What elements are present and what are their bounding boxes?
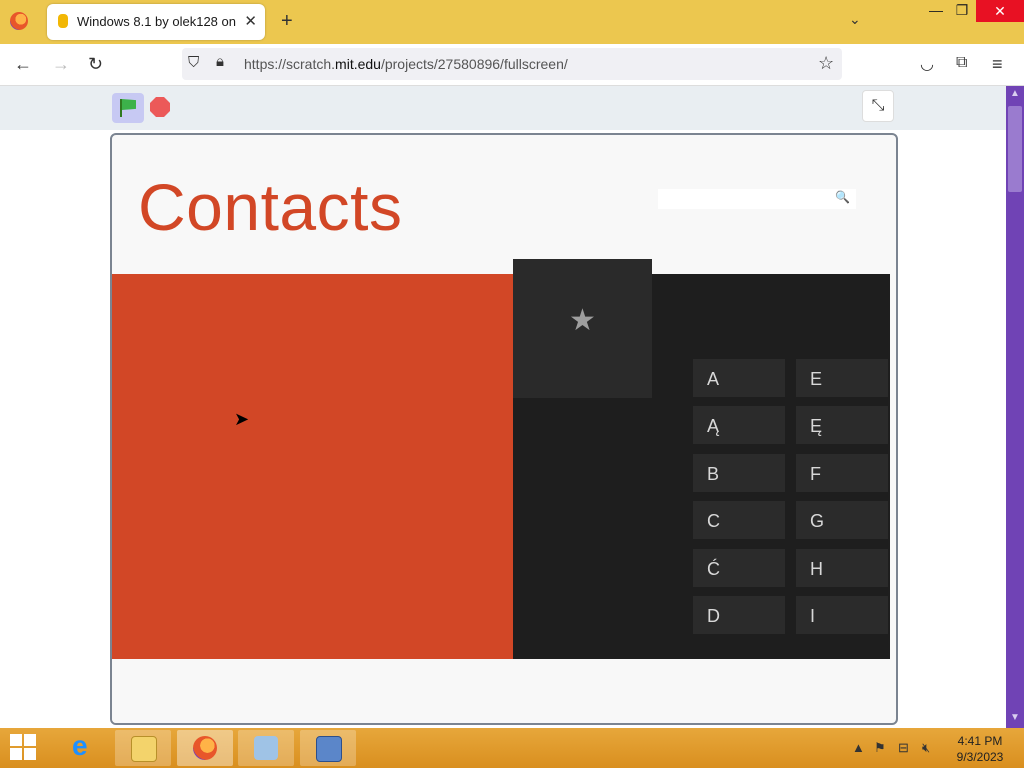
new-tab-button[interactable]: + [281, 10, 293, 33]
pocket-icon[interactable]: ◡ [920, 54, 934, 74]
close-window-button[interactable]: ✕ [976, 0, 1024, 22]
green-flag-button[interactable] [112, 93, 144, 123]
on-screen-keyboard-taskbar-button[interactable] [300, 730, 356, 766]
system-clock[interactable]: 4:41 PM 9/3/2023 [950, 733, 1010, 765]
flag-pole [120, 99, 122, 117]
page-scrollbar[interactable]: ▲ ▼ [1006, 86, 1024, 728]
clock-date: 9/3/2023 [956, 750, 1004, 764]
search-icon[interactable]: 🔍 [835, 190, 850, 204]
green-flag-icon [122, 99, 136, 110]
letter-tile[interactable]: D [693, 596, 785, 634]
letter-tile[interactable]: I [796, 596, 888, 634]
action-center-flag-icon[interactable]: ⚑ [874, 740, 886, 756]
app-icon [254, 736, 278, 760]
firefox-menu-icon[interactable] [10, 12, 28, 30]
letter-tile[interactable]: A [693, 359, 785, 397]
start-button[interactable] [10, 734, 38, 762]
scratch-favicon-icon [58, 14, 68, 28]
lock-icon[interactable]: 🔒︎ [216, 53, 224, 70]
scroll-down-icon[interactable]: ▼ [1006, 712, 1024, 726]
letter-tile[interactable]: C [693, 501, 785, 539]
letter-tile[interactable]: Ą [693, 406, 785, 444]
letter-tile[interactable]: G [796, 501, 888, 539]
tab-close-icon[interactable]: ✕ [244, 12, 257, 30]
reload-icon[interactable]: ↻ [88, 54, 103, 75]
browser-tab[interactable]: Windows 8.1 by olek128 on Scratch ✕ [47, 4, 265, 40]
firefox-taskbar-button[interactable] [177, 730, 233, 766]
taskbar: e ▲ ⚑ ⊟ 🔇︎ 4:41 PM 9/3/2023 [0, 728, 1024, 768]
app-taskbar-button[interactable] [238, 730, 294, 766]
letter-tile[interactable]: E [796, 359, 888, 397]
network-icon[interactable]: ⊟ [898, 740, 909, 756]
mouse-cursor-icon: ➤ [234, 409, 250, 429]
stage-footer [112, 659, 892, 723]
search-input[interactable]: 🔍 [658, 189, 856, 209]
firefox-icon [193, 736, 217, 760]
star-icon: ★ [569, 304, 596, 337]
contacts-title: Contacts [138, 170, 403, 244]
tracking-protection-icon[interactable]: ⛉ [188, 54, 199, 71]
list-all-tabs-button[interactable]: ⌄ [849, 11, 861, 28]
restore-window-button[interactable]: ❐ [947, 2, 977, 19]
address-bar[interactable]: ⛉ 🔒︎ https://scratch.mit.edu/projects/27… [182, 48, 842, 80]
extensions-icon[interactable]: ⧉ [956, 54, 967, 72]
browser-titlebar: Windows 8.1 by olek128 on Scratch ✕ + ⌄ … [0, 0, 1024, 44]
clock-time: 4:41 PM [957, 734, 1003, 748]
letter-tile[interactable]: Ę [796, 406, 888, 444]
file-explorer-icon [131, 736, 157, 762]
keyboard-icon [316, 736, 342, 762]
internet-explorer-icon: e [72, 730, 88, 761]
letter-tile[interactable]: H [796, 549, 888, 587]
internet-explorer-taskbar-button[interactable]: e [56, 730, 112, 766]
navigation-bar: ← → ↻ ⛉ 🔒︎ https://scratch.mit.edu/proje… [0, 44, 1024, 86]
letter-tile[interactable]: F [796, 454, 888, 492]
letter-tile[interactable]: Ć [693, 549, 785, 587]
exit-fullscreen-button[interactable]: ⤡ [862, 90, 894, 122]
file-explorer-taskbar-button[interactable] [115, 730, 171, 766]
scroll-thumb[interactable] [1008, 106, 1022, 192]
scratch-stage[interactable]: Contacts 🔍 ★ A Ą B C Ć D E Ę F G H I [110, 133, 898, 725]
tab-title: Windows 8.1 by olek128 on Scratch [77, 14, 237, 29]
scroll-up-icon[interactable]: ▲ [1006, 88, 1024, 102]
favorites-tile[interactable]: ★ [513, 259, 652, 398]
show-hidden-icons-icon[interactable]: ▲ [852, 740, 865, 755]
menu-icon[interactable]: ≡ [992, 54, 1003, 75]
url-text[interactable]: https://scratch.mit.edu/projects/2758089… [244, 56, 568, 72]
forward-icon[interactable]: → [52, 54, 70, 75]
contact-detail-panel[interactable] [112, 274, 513, 659]
letter-tile[interactable]: B [693, 454, 785, 492]
back-icon[interactable]: ← [14, 54, 32, 75]
bookmark-star-icon[interactable]: ☆ [818, 53, 834, 74]
scratch-controls-bar: ⤡ [0, 86, 1006, 130]
stop-sign-icon[interactable] [150, 97, 170, 117]
volume-muted-icon[interactable]: 🔇︎ [922, 740, 930, 756]
